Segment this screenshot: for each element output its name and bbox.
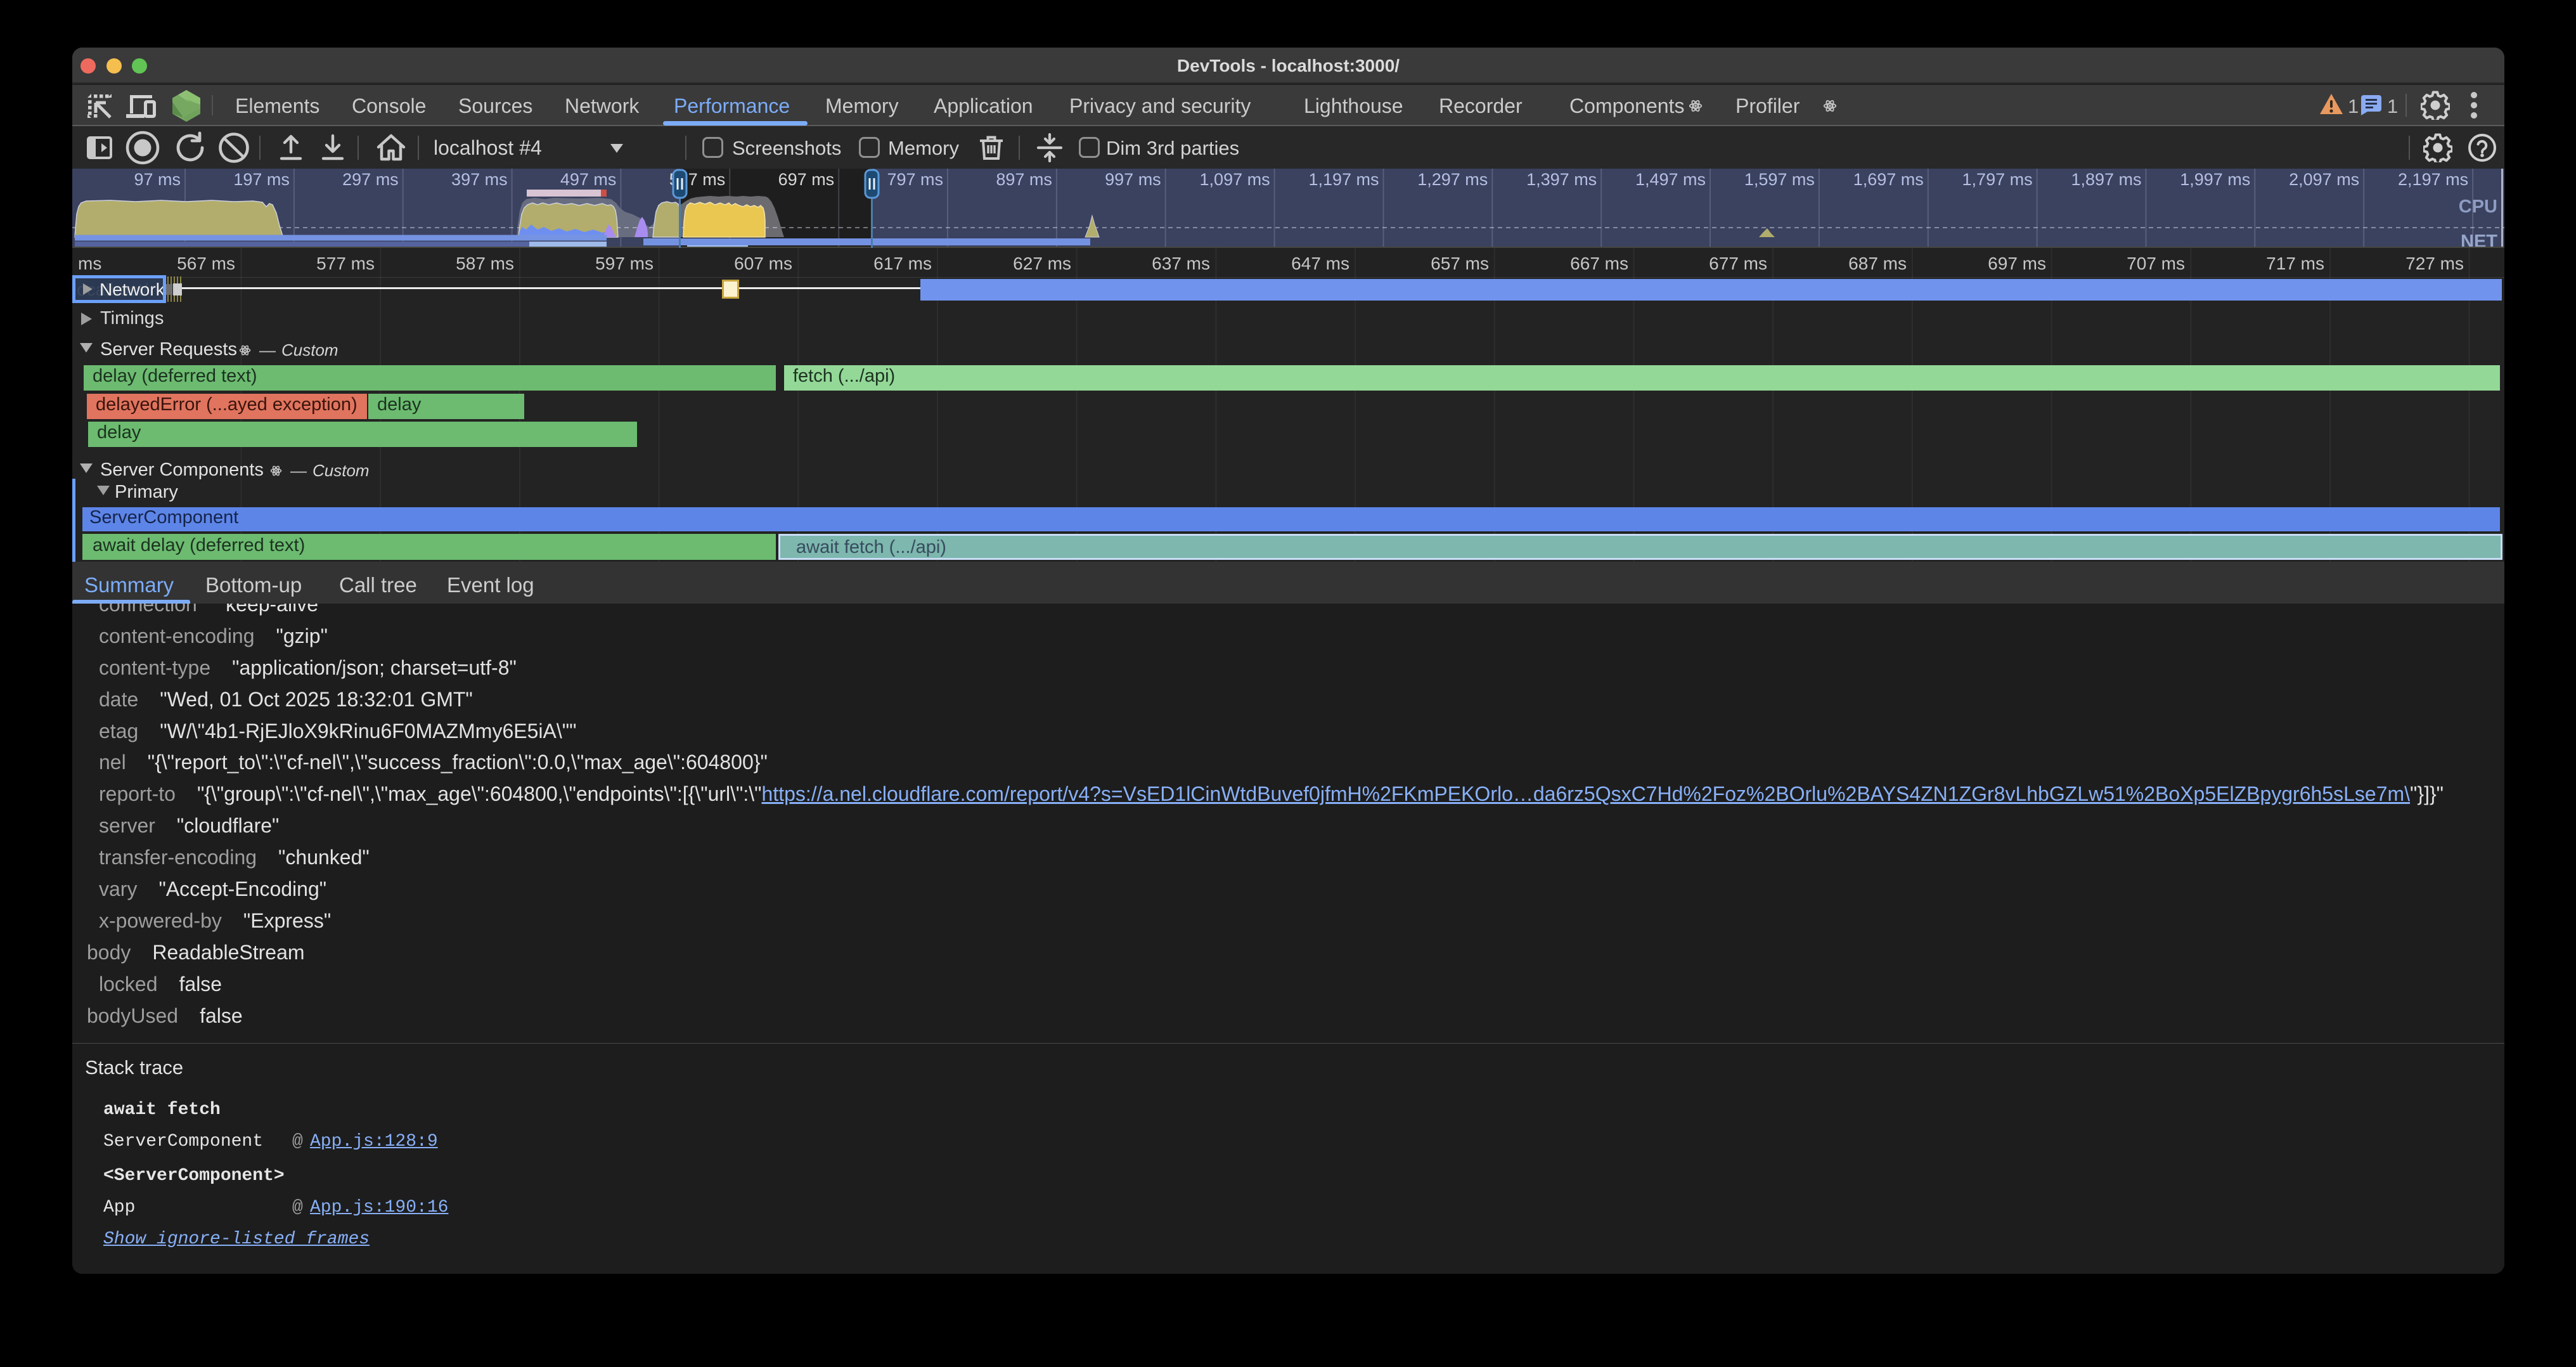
- svg-text:1,297 ms: 1,297 ms: [1417, 170, 1488, 189]
- svg-text:1,797 ms: 1,797 ms: [1962, 170, 2033, 189]
- svg-text:1,197 ms: 1,197 ms: [1308, 170, 1379, 189]
- svg-text:1,697 ms: 1,697 ms: [1853, 170, 1924, 189]
- svg-text:797 ms: 797 ms: [887, 170, 943, 189]
- svg-text:297 ms: 297 ms: [342, 170, 399, 189]
- svg-text:397 ms: 397 ms: [451, 170, 508, 189]
- svg-text:2,097 ms: 2,097 ms: [2289, 170, 2359, 189]
- svg-text:497 ms: 497 ms: [560, 170, 617, 189]
- svg-text:997 ms: 997 ms: [1105, 170, 1161, 189]
- svg-text:2,197 ms: 2,197 ms: [2398, 170, 2468, 189]
- svg-text:CPU: CPU: [2459, 197, 2497, 217]
- svg-text:197 ms: 197 ms: [233, 170, 290, 189]
- svg-text:NET: NET: [2461, 231, 2497, 248]
- svg-text:1,897 ms: 1,897 ms: [2071, 170, 2141, 189]
- svg-text:97 ms: 97 ms: [134, 170, 181, 189]
- svg-text:897 ms: 897 ms: [996, 170, 1052, 189]
- svg-text:1,497 ms: 1,497 ms: [1635, 170, 1706, 189]
- svg-text:1,597 ms: 1,597 ms: [1744, 170, 1815, 189]
- svg-text:697 ms: 697 ms: [778, 170, 835, 189]
- svg-text:1,397 ms: 1,397 ms: [1526, 170, 1597, 189]
- svg-text:1,997 ms: 1,997 ms: [2180, 170, 2250, 189]
- svg-text:1,097 ms: 1,097 ms: [1200, 170, 1270, 189]
